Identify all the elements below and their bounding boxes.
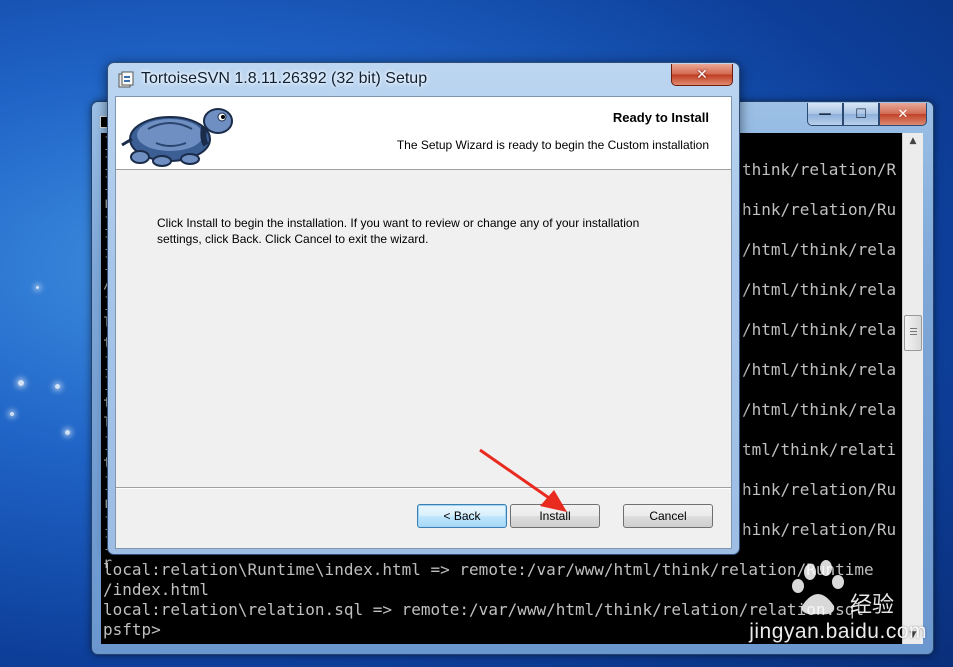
- minimize-button[interactable]: —: [807, 103, 843, 126]
- console-prompt[interactable]: psftp>: [103, 620, 161, 640]
- wizard-step-subtitle: The Setup Wizard is ready to begin the C…: [396, 138, 709, 152]
- scrollbar-thumb[interactable]: [904, 315, 922, 351]
- wizard-banner: Ready to Install The Setup Wizard is rea…: [116, 97, 731, 170]
- button-separator: [116, 487, 731, 489]
- console-line-fragment: /html/think/rela: [742, 280, 897, 299]
- console-line-fragment: /html/think/rela: [742, 400, 897, 419]
- desktop-sparkle: [10, 412, 14, 416]
- desktop-sparkle: [55, 384, 60, 389]
- instruction-line: settings, click Back. Click Cancel to ex…: [157, 232, 429, 246]
- console-line: /index.html: [103, 580, 209, 599]
- console-line-fragment: /html/think/rela: [742, 360, 897, 379]
- wizard-instructions: Click Install to begin the installation.…: [157, 215, 697, 247]
- annotation-arrow-icon: [479, 448, 567, 512]
- setup-close-button[interactable]: ✕: [671, 64, 733, 86]
- desktop-sparkle: [36, 286, 39, 289]
- scroll-up-arrow-icon[interactable]: ▲: [903, 133, 923, 150]
- wizard-step-title: Ready to Install: [612, 110, 709, 125]
- installer-icon: [118, 71, 134, 88]
- desktop-sparkle: [65, 430, 70, 435]
- watermark-text: jingyan.baidu.com: [749, 620, 927, 643]
- console-caption-buttons: — ☐ ✕: [807, 103, 927, 126]
- console-line-fragment: /html/think/rela: [742, 320, 897, 339]
- cancel-button[interactable]: Cancel: [623, 504, 713, 528]
- console-line-fragment: tml/think/relati: [742, 440, 897, 459]
- setup-dialog-title: TortoiseSVN 1.8.11.26392 (32 bit) Setup: [141, 70, 428, 87]
- console-line-fragment: hink/relation/Ru: [742, 480, 897, 499]
- tortoise-logo-icon: [121, 108, 233, 167]
- svg-text:经验: 经验: [850, 592, 894, 617]
- console-line-fragment: hink/relation/Ru: [742, 520, 897, 539]
- instruction-line: Click Install to begin the installation.…: [157, 216, 640, 230]
- desktop-sparkle: [18, 380, 24, 386]
- maximize-button[interactable]: ☐: [843, 103, 879, 126]
- setup-client-area: Ready to Install The Setup Wizard is rea…: [115, 96, 732, 549]
- setup-dialog: TortoiseSVN 1.8.11.26392 (32 bit) Setup …: [107, 62, 740, 555]
- console-line-fragment: hink/relation/Ru: [742, 200, 897, 219]
- console-close-button[interactable]: ✕: [879, 103, 927, 126]
- console-line-fragment: /html/think/rela: [742, 240, 897, 259]
- console-line-fragment: think/relation/R: [742, 160, 897, 179]
